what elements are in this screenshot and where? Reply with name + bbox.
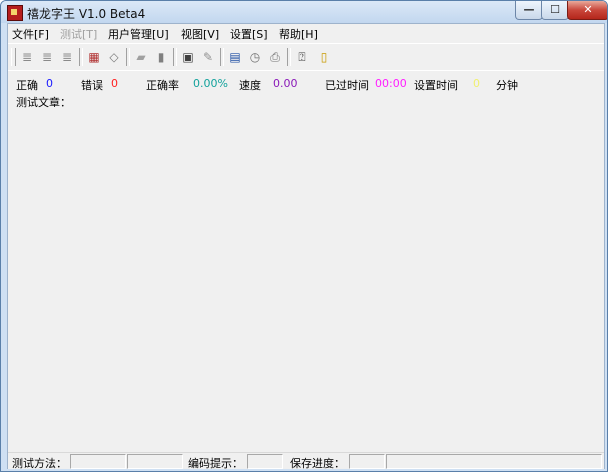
toolbar-button-chart[interactable]: ▣ xyxy=(179,48,197,66)
speed-value: 0.00 xyxy=(273,77,298,90)
close-button[interactable]: ✕ xyxy=(567,1,607,20)
toolbar-button-book-open[interactable]: ▰ xyxy=(132,48,150,66)
toolbar-button-list-1[interactable]: ≣ xyxy=(18,48,36,66)
toolbar-button-eraser[interactable]: ◇ xyxy=(105,48,123,66)
close-icon: ✕ xyxy=(583,3,593,16)
menu-help[interactable]: 帮助[H] xyxy=(279,26,318,42)
list-icon-1: ≣ xyxy=(21,50,33,64)
status-field-2 xyxy=(127,454,183,469)
eraser-icon: ◇ xyxy=(109,50,119,64)
toolbar-button-help-pointer[interactable]: ⍰ xyxy=(293,48,311,66)
test-method-label: 测试方法： xyxy=(12,457,67,470)
minutes-label: 分钟 xyxy=(496,79,518,92)
menu-view[interactable]: 视图[V] xyxy=(181,26,219,42)
toolbar-separator xyxy=(287,48,291,66)
clock-icon: ◷ xyxy=(249,50,261,64)
stats-panel: 正确 0 错误 0 正确率 0.00% 速度 0.00 已过时间 00:00 设… xyxy=(8,70,604,112)
books-icon: ▮ xyxy=(157,50,165,64)
accuracy-label: 正确率 xyxy=(146,79,179,92)
menu-user-management[interactable]: 用户管理[U] xyxy=(108,26,169,42)
status-field-last xyxy=(386,454,602,469)
app-icon xyxy=(7,5,23,21)
book-open-icon: ▰ xyxy=(136,50,146,64)
toolbar-separator xyxy=(126,48,130,66)
keyboard-icon: ▤ xyxy=(229,50,241,64)
list-icon-3: ≣ xyxy=(61,50,73,64)
error-value: 0 xyxy=(111,77,118,90)
window-title: 禧龙字王 V1.0 Beta4 xyxy=(27,7,146,21)
maximize-button[interactable]: ☐ xyxy=(541,1,569,20)
speed-label: 速度 xyxy=(239,79,261,92)
maximize-icon: ☐ xyxy=(550,3,560,16)
save-progress-label: 保存进度： xyxy=(290,457,345,470)
toolbar-button-list-2[interactable]: ≣ xyxy=(38,48,56,66)
pen-icon: ✎ xyxy=(202,50,214,64)
minimize-button[interactable]: — xyxy=(515,1,543,20)
chart-icon: ▣ xyxy=(182,50,194,64)
toolbar-separator xyxy=(173,48,177,66)
save-progress-field xyxy=(349,454,385,469)
client-area: 文件[F] 测试[T] 用户管理[U] 视图[V] 设置[S] 帮助[H] ≣ … xyxy=(7,23,605,470)
title-bar[interactable]: 禧龙字王 V1.0 Beta4 — ☐ ✕ xyxy=(1,1,607,23)
toolbar-button-books[interactable]: ▮ xyxy=(152,48,170,66)
toolbar-separator xyxy=(220,48,224,66)
typing-area[interactable] xyxy=(8,111,604,451)
menu-test[interactable]: 测试[T] xyxy=(60,26,97,42)
list-icon-2: ≣ xyxy=(41,50,53,64)
menu-file[interactable]: 文件[F] xyxy=(12,26,49,42)
printer-icon: ⎙ xyxy=(270,50,280,64)
elapsed-time-value: 00:00 xyxy=(375,77,407,90)
help-pointer-icon: ⍰ xyxy=(298,50,306,64)
status-bar: 测试方法： 编码提示： 保存进度： xyxy=(8,452,604,470)
minimize-icon: — xyxy=(523,3,535,16)
set-time-value: 0 xyxy=(473,77,480,90)
toolbar-grip[interactable] xyxy=(11,48,16,66)
toolbar-button-clock[interactable]: ◷ xyxy=(246,48,264,66)
toolbar-button-printer[interactable]: ⎙ xyxy=(266,48,284,66)
menu-bar: 文件[F] 测试[T] 用户管理[U] 视图[V] 设置[S] 帮助[H] xyxy=(8,24,604,42)
code-hint-label: 编码提示： xyxy=(188,457,243,470)
code-hint-field xyxy=(247,454,283,469)
test-article-label: 测试文章： xyxy=(16,96,71,109)
menu-settings[interactable]: 设置[S] xyxy=(230,26,268,42)
toolbar-button-open-test[interactable]: ▦ xyxy=(85,48,103,66)
test-method-field xyxy=(70,454,126,469)
accuracy-value: 0.00% xyxy=(193,77,228,90)
toolbar-button-pen[interactable]: ✎ xyxy=(199,48,217,66)
open-test-icon: ▦ xyxy=(88,50,100,64)
correct-label: 正确 xyxy=(16,79,38,92)
exit-door-icon: ▯ xyxy=(320,50,328,64)
error-label: 错误 xyxy=(81,79,103,92)
toolbar: ≣ ≣ ≣ ▦ ◇ ▰ ▮ ▣ ✎ ▤ ◷ ⎙ ⍰ ▯ xyxy=(8,43,604,71)
toolbar-button-keyboard[interactable]: ▤ xyxy=(226,48,244,66)
correct-value: 0 xyxy=(46,77,53,90)
main-window: 禧龙字王 V1.0 Beta4 — ☐ ✕ 文件[F] 测试[T] 用户管理[U… xyxy=(0,0,608,472)
toolbar-separator xyxy=(79,48,83,66)
toolbar-button-exit[interactable]: ▯ xyxy=(315,48,333,66)
toolbar-button-list-3[interactable]: ≣ xyxy=(58,48,76,66)
set-time-label: 设置时间 xyxy=(414,79,458,92)
elapsed-time-label: 已过时间 xyxy=(325,79,369,92)
